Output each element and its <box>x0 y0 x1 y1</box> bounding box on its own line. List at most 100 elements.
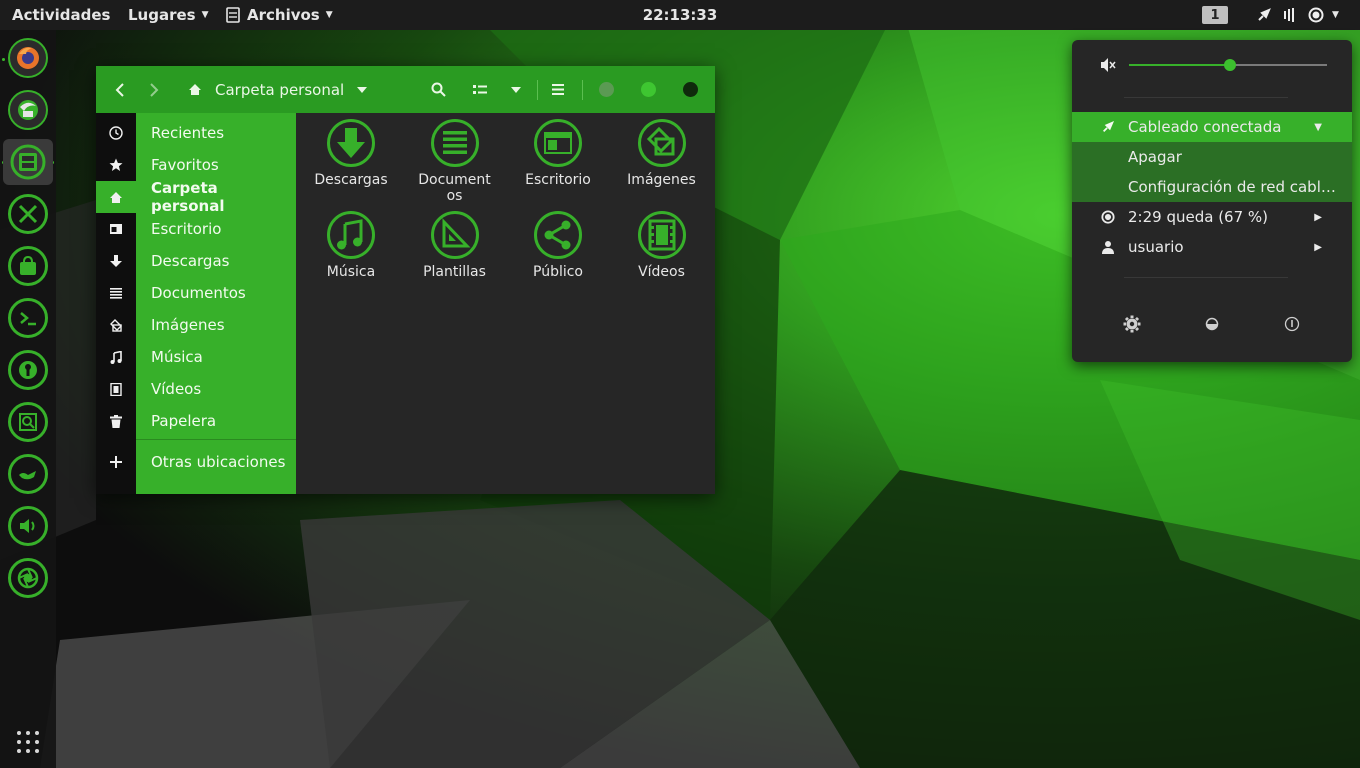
sidebar-icon-column <box>96 113 136 494</box>
folder-item[interactable]: Imágenes <box>610 118 714 208</box>
user-menu[interactable]: usuario ▶ <box>1072 232 1352 262</box>
sidebar-item[interactable]: Escritorio <box>136 213 296 245</box>
top-panel: Actividades Lugares ▼ Archivos ▼ 22:13:3… <box>0 0 1360 30</box>
folder-label: Descargas <box>314 172 388 188</box>
show-applications-button[interactable] <box>16 730 40 754</box>
sidebar-item[interactable]: Carpeta personal <box>136 179 296 215</box>
chevron-left-icon <box>115 82 124 97</box>
sidebar-item-label: Recientes <box>151 124 225 142</box>
separator <box>582 80 583 100</box>
folder-label: Música <box>326 264 376 280</box>
battery-menu[interactable]: 2:29 queda (67 %) ▶ <box>1072 202 1352 232</box>
folder-label: Vídeos <box>638 264 685 280</box>
pictures-folder-icon <box>637 119 686 167</box>
view-list-button[interactable] <box>468 66 492 113</box>
power-button[interactable] <box>1282 314 1302 334</box>
user-label: usuario <box>1128 238 1184 256</box>
sound-launcher[interactable] <box>8 506 48 546</box>
maximize-button[interactable] <box>641 82 656 97</box>
folder-item[interactable]: Vídeos <box>610 210 714 300</box>
thunderbird-launcher[interactable] <box>8 90 48 130</box>
battery-icon <box>1308 7 1324 23</box>
folder-label: Plantillas <box>423 264 486 280</box>
menu-button[interactable] <box>546 66 570 113</box>
file-cabinet-icon <box>10 144 46 180</box>
folder-item[interactable]: Descargas <box>299 118 403 208</box>
keyring-launcher[interactable] <box>8 350 48 390</box>
folder-item[interactable]: Documentos <box>403 118 507 208</box>
shopping-bag-icon <box>20 255 36 275</box>
view-options-button[interactable] <box>504 66 528 113</box>
download-folder-icon <box>327 119 375 167</box>
videos-folder-icon <box>637 211 686 259</box>
search-icon <box>431 82 446 97</box>
status-area[interactable]: ▼ <box>1256 0 1339 30</box>
sidebar-item[interactable]: Documentos <box>136 277 296 309</box>
tools-launcher[interactable] <box>8 194 48 234</box>
volume-muted-icon <box>1101 58 1116 72</box>
sidebar-item[interactable]: Vídeos <box>136 373 296 405</box>
templates-folder-icon <box>430 211 479 259</box>
firefox-icon <box>17 47 39 69</box>
camera-launcher[interactable] <box>8 558 48 598</box>
files-launcher[interactable] <box>3 139 53 185</box>
folder-item[interactable]: Plantillas <box>403 210 507 300</box>
sidebar-item[interactable]: Imágenes <box>136 309 296 341</box>
sidebar-item-label: Escritorio <box>151 220 222 238</box>
back-button[interactable] <box>108 66 132 113</box>
sidebar-item-label: Papelera <box>151 412 217 430</box>
volume-slider[interactable] <box>1129 59 1327 71</box>
sidebar: Recientes Favoritos Carpeta personal Escrit… <box>136 113 296 494</box>
chevron-right-icon: ▶ <box>1314 211 1322 223</box>
sidebar-item[interactable]: Música <box>136 341 296 373</box>
app-menu[interactable]: Archivos ▼ <box>226 0 333 30</box>
folder-label: Escritorio <box>525 172 591 188</box>
genie-launcher[interactable] <box>8 454 48 494</box>
hamburger-icon <box>552 84 564 95</box>
folder-label: Imágenes <box>627 172 696 188</box>
folder-item[interactable]: Escritorio <box>506 118 610 208</box>
chevron-down-icon <box>357 86 368 93</box>
keyhole-icon <box>19 361 37 379</box>
folder-item[interactable]: Música <box>299 210 403 300</box>
chevron-down-icon: ▼ <box>1314 121 1322 133</box>
wired-network-menu[interactable]: Cableado conectada ▼ <box>1072 112 1352 142</box>
folder-label: Documentos <box>418 172 491 204</box>
folder-item[interactable]: Público <box>506 210 610 300</box>
speaker-icon <box>20 519 35 533</box>
thunderbird-icon <box>18 100 38 120</box>
volume-slider-handle[interactable] <box>1223 59 1236 71</box>
lock-button[interactable] <box>1202 314 1222 334</box>
sidebar-item[interactable]: Recientes <box>136 117 296 149</box>
path-bar[interactable]: Carpeta personal <box>188 66 368 113</box>
sidebar-item[interactable]: Papelera <box>136 405 296 437</box>
document-icon <box>96 277 136 309</box>
battery-icon <box>1100 210 1116 224</box>
activities-button[interactable]: Actividades <box>12 0 110 30</box>
home-icon <box>189 84 201 95</box>
minimize-button[interactable] <box>599 82 614 97</box>
network-off-item[interactable]: Apagar <box>1072 142 1352 172</box>
sidebar-item[interactable]: Otras ubicaciones <box>136 446 296 478</box>
sidebar-item-label: Música <box>151 348 203 366</box>
chevron-down-icon: ▼ <box>1332 10 1339 20</box>
user-icon <box>1100 240 1116 254</box>
search-button[interactable] <box>426 66 450 113</box>
network-settings-item[interactable]: Configuración de red cabl… <box>1072 172 1352 202</box>
aperture-icon <box>17 567 39 589</box>
sidebar-item[interactable]: Favoritos <box>136 149 296 181</box>
settings-button[interactable] <box>1122 314 1142 334</box>
software-launcher[interactable] <box>8 246 48 286</box>
system-menu: Cableado conectada ▼ Apagar Configuració… <box>1072 40 1352 362</box>
terminal-launcher[interactable] <box>8 298 48 338</box>
sidebar-separator <box>136 439 296 440</box>
volume-slider-fill <box>1129 64 1230 66</box>
firefox-launcher[interactable] <box>8 38 48 78</box>
image-search-icon <box>19 413 37 431</box>
places-menu[interactable]: Lugares ▼ <box>128 0 209 30</box>
workspace-indicator[interactable]: 1 <box>1202 6 1228 24</box>
forward-button[interactable] <box>142 66 166 113</box>
screenshot-launcher[interactable] <box>8 402 48 442</box>
close-button[interactable] <box>683 82 698 97</box>
sidebar-item[interactable]: Descargas <box>136 245 296 277</box>
